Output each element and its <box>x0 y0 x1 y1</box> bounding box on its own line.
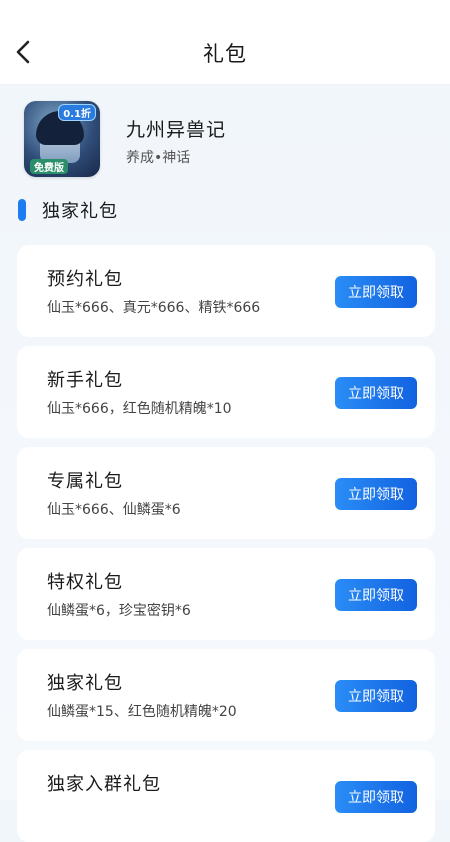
gift-card: 独家入群礼包 立即领取 <box>17 750 435 842</box>
gift-card: 预约礼包 仙玉*666、真元*666、精铁*666 立即领取 <box>17 245 435 337</box>
gift-title: 专属礼包 <box>47 471 123 492</box>
discount-badge: 0.1折 <box>58 104 96 121</box>
game-name: 九州异兽记 <box>126 119 227 141</box>
gift-card: 专属礼包 仙玉*666、仙鳞蛋*6 立即领取 <box>17 447 435 539</box>
top-bar: 礼包 <box>0 0 450 85</box>
game-tags: 养成•神话 <box>126 150 191 166</box>
gift-title: 预约礼包 <box>47 269 123 290</box>
claim-button[interactable]: 立即领取 <box>335 680 417 712</box>
claim-button[interactable]: 立即领取 <box>335 276 417 308</box>
gift-desc: 仙玉*666、仙鳞蛋*6 <box>47 502 181 518</box>
gift-card: 特权礼包 仙鳞蛋*6，珍宝密钥*6 立即领取 <box>17 548 435 640</box>
gift-title: 新手礼包 <box>47 370 123 391</box>
claim-button[interactable]: 立即领取 <box>335 579 417 611</box>
gift-desc: 仙鳞蛋*6，珍宝密钥*6 <box>47 603 191 619</box>
gift-title: 独家入群礼包 <box>47 774 161 795</box>
claim-button[interactable]: 立即领取 <box>335 377 417 409</box>
claim-button[interactable]: 立即领取 <box>335 781 417 813</box>
gift-card: 独家礼包 仙鳞蛋*15、红色随机精魄*20 立即领取 <box>17 649 435 741</box>
section-title: 独家礼包 <box>42 201 118 222</box>
game-icon[interactable]: 0.1折 免费版 <box>24 101 100 177</box>
section-accent-bar <box>18 199 26 221</box>
gift-desc: 仙玉*666，红色随机精魄*10 <box>47 401 232 417</box>
page-title: 礼包 <box>203 42 247 66</box>
gift-title: 独家礼包 <box>47 673 123 694</box>
version-tag: 免费版 <box>30 159 68 174</box>
claim-button[interactable]: 立即领取 <box>335 478 417 510</box>
game-info: 0.1折 免费版 九州异兽记 养成•神话 <box>24 101 426 177</box>
gift-card: 新手礼包 仙玉*666，红色随机精魄*10 立即领取 <box>17 346 435 438</box>
gift-desc: 仙玉*666、真元*666、精铁*666 <box>47 300 261 316</box>
gift-title: 特权礼包 <box>47 572 123 593</box>
content-area: 0.1折 免费版 九州异兽记 养成•神话 独家礼包 预约礼包 仙玉*666、真元… <box>0 85 450 842</box>
gift-desc: 仙鳞蛋*15、红色随机精魄*20 <box>47 704 237 720</box>
